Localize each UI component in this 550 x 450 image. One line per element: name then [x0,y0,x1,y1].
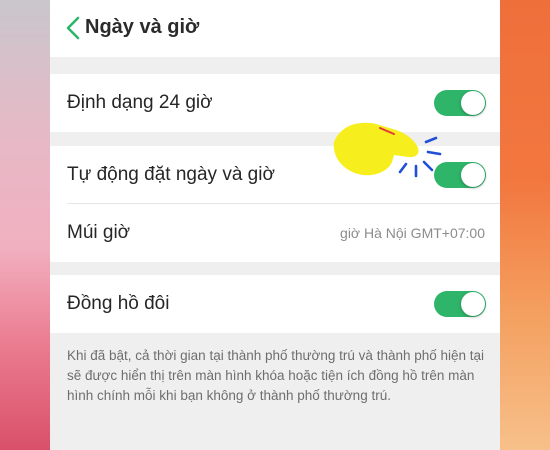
wallpaper-right [500,0,550,450]
chevron-left-icon [66,16,80,40]
dual-clock-row: Đồng hồ đôi [50,275,500,333]
dual-clock-description: Khi đã bật, cả thời gian tại thành phố t… [67,348,485,403]
wallpaper-left [0,0,50,450]
back-button[interactable] [62,14,84,42]
header-bar: Ngày và giờ [50,0,500,57]
tap-hand-icon [333,122,442,178]
dual-clock-toggle[interactable] [434,291,486,317]
auto-datetime-label: Tự động đặt ngày và giờ [67,164,275,185]
timezone-row[interactable]: Múi giờ giờ Hà Nội GMT+07:00 [50,204,500,262]
timezone-label: Múi giờ [67,222,131,243]
page-title: Ngày và giờ [85,16,200,38]
settings-screen: Ngày và giờ Định dạng 24 giờ Tự động đặt… [50,0,500,450]
format-24h-label: Định dạng 24 giờ [67,92,213,113]
timezone-value: giờ Hà Nội GMT+07:00 [340,225,485,241]
toggle-knob [461,163,485,187]
dual-clock-label: Đồng hồ đôi [67,293,170,314]
toggle-knob [461,91,485,115]
toggle-knob [461,292,485,316]
dual-clock-section: Đồng hồ đôi [50,275,500,333]
